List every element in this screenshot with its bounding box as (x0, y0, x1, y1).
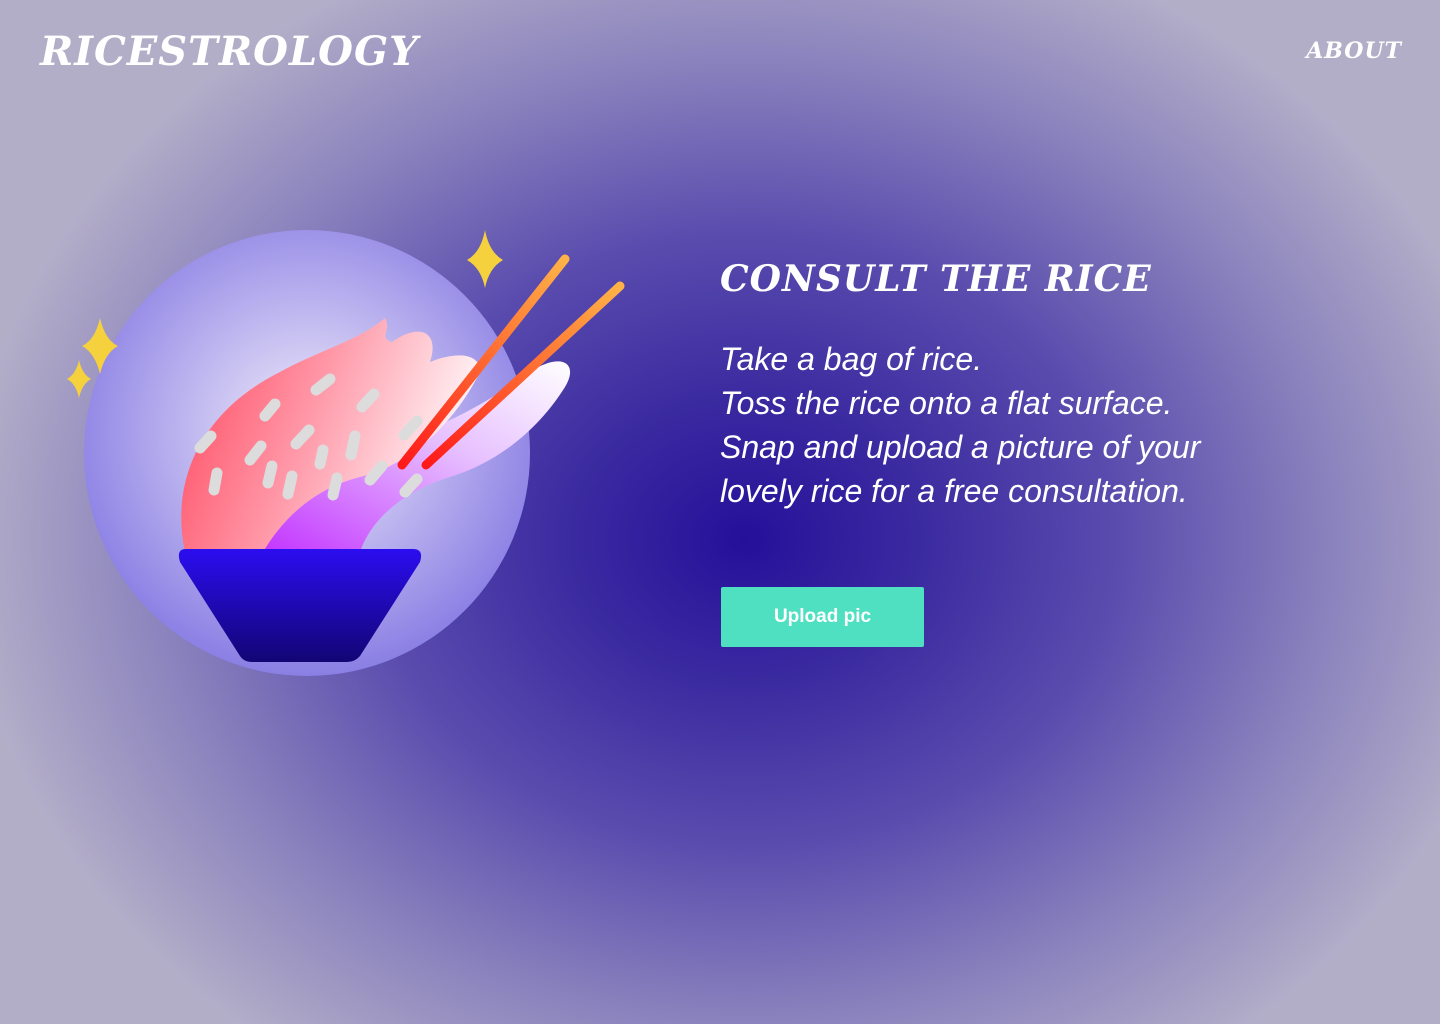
upload-pic-button[interactable]: Upload pic (721, 587, 924, 647)
instructions-text: Take a bag of rice. Toss the rice onto a… (720, 337, 1280, 513)
instruction-line: Take a bag of rice. (720, 341, 983, 377)
hero-title: CONSULT THE RICE (720, 258, 1152, 300)
nav-about-link[interactable]: ABOUT (1306, 38, 1402, 64)
rice-bowl-illustration (67, 230, 625, 676)
instruction-line: lovely rice for a free consultation. (720, 473, 1188, 509)
instruction-line: Toss the rice onto a flat surface. (720, 385, 1173, 421)
brand-logo[interactable]: RICESTROLOGY (40, 28, 419, 75)
instruction-line: Snap and upload a picture of your (720, 429, 1201, 465)
